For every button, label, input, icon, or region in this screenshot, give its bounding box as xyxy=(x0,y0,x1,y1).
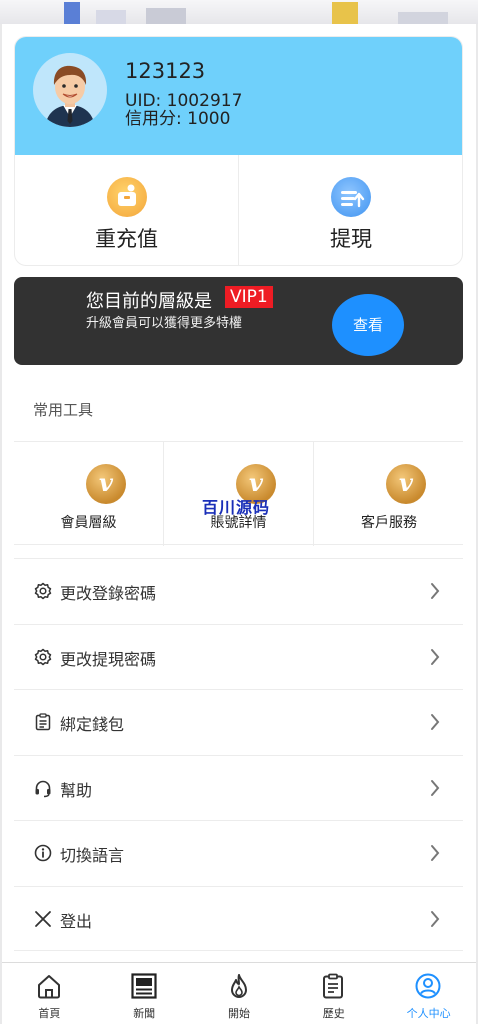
vip-card: 您目前的層級是 VIP1 升級會員可以獲得更多特權 查看 xyxy=(14,277,463,365)
tab-label: 个人中心 xyxy=(406,1007,451,1020)
vip-coin-icon: v xyxy=(86,464,126,504)
tool-label: 會員層級 xyxy=(60,515,117,531)
headset-icon xyxy=(35,780,51,797)
settings-menu: 更改登錄密碼 更改提現密碼 綁定錢包 幫助 切換語言 登出 xyxy=(14,558,463,951)
tab-start[interactable]: 開始 xyxy=(192,963,287,1024)
menu-item-logout[interactable]: 登出 xyxy=(14,885,463,951)
gear-icon xyxy=(34,648,52,665)
profile-card: 123123 UID: 1002917 信用分: 1000 重充值 提現 xyxy=(14,36,463,266)
tool-member-level[interactable]: v 會員層級 xyxy=(14,442,164,546)
menu-item-label: 切換語言 xyxy=(60,846,125,865)
news-icon xyxy=(131,973,157,999)
avatar-illustration xyxy=(45,65,95,127)
tools-grid: v 會員層級 v 賬號詳情 v 客戶服務 xyxy=(14,441,464,546)
menu-item-bind-wallet[interactable]: 綁定錢包 xyxy=(14,689,463,755)
chevron-right-icon xyxy=(431,910,440,927)
vip-coin-icon: v xyxy=(386,464,426,504)
tab-label: 歷史 xyxy=(322,1007,345,1020)
chevron-right-icon xyxy=(431,583,440,599)
top-banner xyxy=(0,0,478,24)
tab-profile[interactable]: 个人中心 xyxy=(381,963,476,1024)
banner-shape xyxy=(332,2,358,24)
close-icon xyxy=(35,910,51,927)
bottom-tab-bar: 首頁 新聞 開始 歷史 个人中心 xyxy=(2,962,476,1024)
tab-label: 首頁 xyxy=(38,1007,61,1020)
clipboard-icon xyxy=(35,713,51,731)
recharge-label: 重充值 xyxy=(95,227,158,251)
withdraw-button[interactable]: 提現 xyxy=(239,155,462,265)
menu-item-label: 登出 xyxy=(60,911,93,931)
menu-item-label: 更改提現密碼 xyxy=(60,649,157,669)
chevron-right-icon xyxy=(431,779,440,796)
tool-customer-service[interactable]: v 客戶服務 xyxy=(314,442,464,546)
home-icon xyxy=(38,975,60,999)
chevron-right-icon xyxy=(431,648,440,665)
chevron-right-icon xyxy=(431,714,440,730)
user-id: UID: 1002917 xyxy=(125,91,243,111)
tab-news[interactable]: 新聞 xyxy=(97,963,192,1024)
vip-level-badge: VIP1 xyxy=(225,286,273,308)
user-icon xyxy=(415,973,441,999)
clipboard-icon xyxy=(323,973,344,999)
menu-item-label: 幫助 xyxy=(60,780,93,800)
tab-home[interactable]: 首頁 xyxy=(2,963,97,1024)
banner-shape xyxy=(96,10,126,24)
withdraw-label: 提現 xyxy=(330,227,372,251)
menu-item-label: 更改登錄密碼 xyxy=(60,584,157,603)
avatar[interactable] xyxy=(33,53,107,127)
watermark: 百川源码 xyxy=(202,498,271,517)
info-icon xyxy=(34,844,52,862)
banner-shape xyxy=(146,8,186,24)
banner-shape xyxy=(398,12,448,24)
menu-item-switch-language[interactable]: 切換語言 xyxy=(14,820,463,886)
tab-history[interactable]: 歷史 xyxy=(286,963,381,1024)
menu-item-change-withdraw-password[interactable]: 更改提現密碼 xyxy=(14,623,463,690)
vip-subtitle: 升級會員可以獲得更多特權 xyxy=(86,316,243,331)
tool-label: 客戶服務 xyxy=(361,515,417,531)
banner-shape xyxy=(64,2,80,24)
vip-view-button[interactable]: 查看 xyxy=(332,294,404,356)
username: 123123 xyxy=(125,59,206,83)
profile-header: 123123 UID: 1002917 信用分: 1000 xyxy=(15,37,462,155)
menu-item-label: 綁定錢包 xyxy=(60,715,125,734)
flame-icon xyxy=(230,974,247,998)
menu-item-help[interactable]: 幫助 xyxy=(14,754,463,821)
wallet-icon xyxy=(107,177,147,217)
recharge-button[interactable]: 重充值 xyxy=(15,155,239,265)
tab-label: 新聞 xyxy=(133,1007,156,1020)
vip-title: 您目前的層級是 xyxy=(86,291,212,312)
tools-section-title: 常用工具 xyxy=(33,401,94,419)
gear-icon xyxy=(34,582,52,600)
chevron-right-icon xyxy=(431,845,440,861)
withdraw-icon xyxy=(331,177,371,217)
menu-item-change-login-password[interactable]: 更改登錄密碼 xyxy=(14,558,463,624)
credit-score: 信用分: 1000 xyxy=(125,109,231,129)
tab-label: 開始 xyxy=(227,1007,250,1020)
